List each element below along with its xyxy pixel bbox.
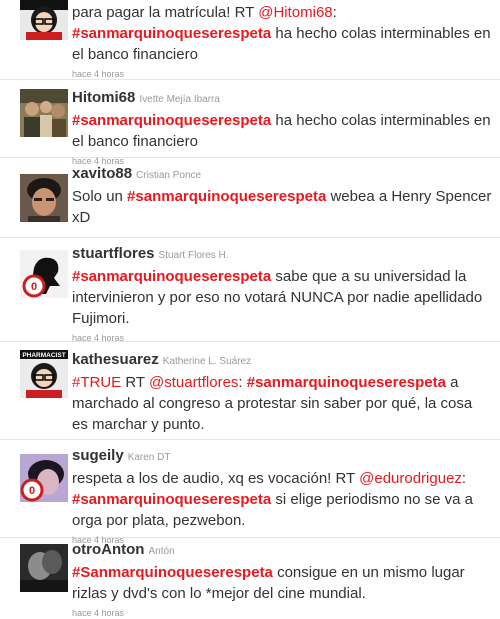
tweet-header: kathesuarez Katherine L. Suárez bbox=[72, 350, 492, 372]
user-fullname: Antón bbox=[148, 546, 175, 557]
text-fragment: Solo un bbox=[72, 188, 128, 205]
user-fullname: Ivette Mejía Ibarra bbox=[139, 94, 220, 105]
user-fullname: Katherine L. Suárez bbox=[162, 356, 252, 367]
tweet-item: otroAnton Antón #Sanmarquinoqueserespeta … bbox=[0, 538, 500, 618]
cartoon-avatar-icon bbox=[20, 0, 68, 40]
tweet-text: #Sanmarquinoqueserespeta consigue en un … bbox=[72, 562, 492, 604]
user-fullname: Karen DT bbox=[127, 452, 171, 463]
tweet-header: stuartflores Stuart Flores H. bbox=[72, 244, 492, 266]
svg-text:0: 0 bbox=[29, 485, 35, 497]
bw-photo-icon bbox=[20, 544, 68, 592]
face-photo-icon bbox=[20, 174, 68, 222]
tweet-feed: para pagar la matrícula! RT @Hitomi68: #s… bbox=[0, 0, 500, 618]
user-avatar[interactable] bbox=[20, 89, 68, 137]
user-avatar[interactable]: 0 bbox=[20, 454, 68, 502]
username-link[interactable]: Hitomi68 bbox=[72, 89, 135, 106]
pharmacist-label: PHARMACIST bbox=[22, 352, 65, 359]
mention-link[interactable]: @stuartflores bbox=[149, 374, 238, 391]
face-purple-badge-icon: 0 bbox=[20, 454, 68, 502]
user-avatar[interactable] bbox=[20, 174, 68, 222]
tweet-text: Solo un #sanmarquinoqueserespeta webea a… bbox=[72, 186, 492, 228]
tweet-header: Hitomi68 Ivette Mejía Ibarra bbox=[72, 88, 492, 110]
hashtag-link[interactable]: #sanmarquinoqueserespeta bbox=[247, 374, 446, 391]
hashtag-link[interactable]: #TRUE bbox=[72, 374, 121, 391]
tweet-item: 0 stuartflores Stuart Flores H. #sanmarqu… bbox=[0, 238, 500, 344]
hashtag-link[interactable]: #sanmarquinoqueserespeta bbox=[72, 112, 271, 129]
tweet-item: xavito88 Cristian Ponce Solo un #sanmarqu… bbox=[0, 158, 500, 238]
tweet-header: otroAnton Antón bbox=[72, 540, 492, 562]
tweet-text: #sanmarquinoqueserespeta sabe que a su u… bbox=[72, 266, 492, 329]
user-avatar[interactable]: PHARMACIST bbox=[20, 350, 68, 398]
user-avatar[interactable] bbox=[20, 544, 68, 592]
hashtag-link[interactable]: #sanmarquinoqueserespeta bbox=[72, 491, 271, 508]
user-avatar[interactable] bbox=[20, 0, 68, 40]
username-link[interactable]: xavito88 bbox=[72, 165, 132, 182]
text-fragment: respeta a los de audio, xq es vocación! … bbox=[72, 470, 360, 487]
tweet-item: 0 sugeily Karen DT respeta a los de audio… bbox=[0, 440, 500, 545]
tweet-content: otroAnton Antón #Sanmarquinoqueserespeta … bbox=[72, 540, 492, 619]
hashtag-link[interactable]: #Sanmarquinoqueserespeta bbox=[72, 564, 273, 581]
tweet-item: Hitomi68 Ivette Mejía Ibarra #sanmarquino… bbox=[0, 80, 500, 166]
tweet-content: kathesuarez Katherine L. Suárez #TRUE RT … bbox=[72, 350, 492, 435]
username-link[interactable]: stuartflores bbox=[72, 245, 155, 262]
tweet-header: xavito88 Cristian Ponce bbox=[72, 164, 492, 186]
tweet-item: PHARMACIST kathesuarez Katherine L. Suáre… bbox=[0, 342, 500, 440]
tweet-text: respeta a los de audio, xq es vocación! … bbox=[72, 468, 492, 531]
tweet-header: sugeily Karen DT bbox=[72, 446, 492, 468]
mention-link[interactable]: @Hitomi68 bbox=[258, 4, 332, 21]
tweet-content: xavito88 Cristian Ponce Solo un #sanmarqu… bbox=[72, 164, 492, 228]
hashtag-link[interactable]: #sanmarquinoqueserespeta bbox=[72, 268, 271, 285]
svg-text:0: 0 bbox=[31, 281, 37, 293]
text-fragment: para pagar la matrícula! RT bbox=[72, 4, 259, 21]
tweet-content: sugeily Karen DT respeta a los de audio, … bbox=[72, 446, 492, 546]
username-link[interactable]: kathesuarez bbox=[72, 351, 159, 368]
tweet-text: para pagar la matrícula! RT @Hitomi68: #s… bbox=[72, 2, 492, 65]
user-fullname: Stuart Flores H. bbox=[158, 250, 229, 261]
pharmacist-cartoon-icon: PHARMACIST bbox=[20, 350, 68, 398]
group-photo-icon bbox=[20, 89, 68, 137]
tweet-content: Hitomi68 Ivette Mejía Ibarra #sanmarquino… bbox=[72, 88, 492, 167]
username-link[interactable]: otroAnton bbox=[72, 541, 144, 558]
hashtag-link[interactable]: #sanmarquinoqueserespeta bbox=[72, 25, 271, 42]
text-fragment: RT bbox=[121, 374, 149, 391]
text-fragment: : bbox=[461, 470, 467, 487]
user-fullname: Cristian Ponce bbox=[136, 170, 202, 181]
text-fragment: : bbox=[332, 4, 337, 21]
tweet-text: #TRUE RT @stuartflores: #sanmarquinoques… bbox=[72, 372, 492, 435]
silhouette-badge-icon: 0 bbox=[20, 250, 68, 298]
tweet-text: #sanmarquinoqueserespeta ha hecho colas … bbox=[72, 110, 492, 152]
tweet-timestamp[interactable]: hace 4 horas bbox=[72, 607, 492, 619]
tweet-content: stuartflores Stuart Flores H. #sanmarquin… bbox=[72, 244, 492, 344]
hashtag-link[interactable]: #sanmarquinoqueserespeta bbox=[127, 188, 326, 205]
tweet-content: para pagar la matrícula! RT @Hitomi68: #s… bbox=[72, 2, 492, 80]
tweet-item: para pagar la matrícula! RT @Hitomi68: #s… bbox=[0, 0, 500, 80]
username-link[interactable]: sugeily bbox=[72, 447, 124, 464]
tweet-timestamp[interactable]: hace 4 horas bbox=[72, 68, 492, 80]
user-avatar[interactable]: 0 bbox=[20, 250, 68, 298]
mention-link[interactable]: @edurodriguez bbox=[359, 470, 462, 487]
text-fragment: : bbox=[238, 374, 247, 391]
